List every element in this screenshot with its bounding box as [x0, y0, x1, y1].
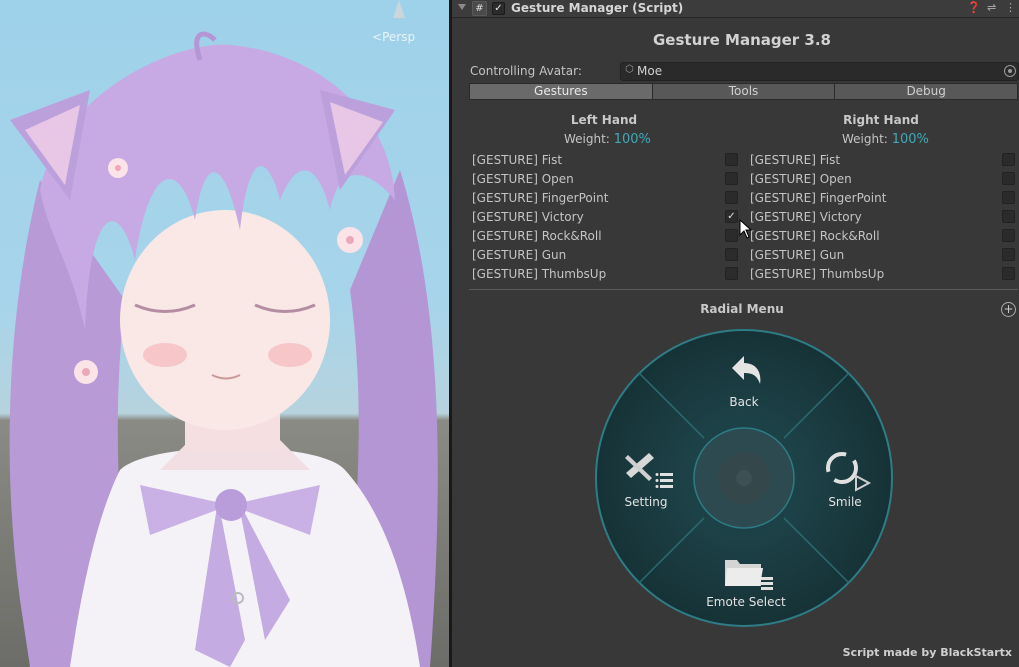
object-picker-icon[interactable]	[1004, 65, 1016, 77]
script-icon: #	[472, 1, 487, 16]
right-hand-title: Right Hand	[843, 113, 919, 127]
radial-label-setting: Setting	[625, 495, 668, 509]
avatar-value: Moe	[637, 64, 663, 78]
left-gesture-checkbox[interactable]: ✓	[725, 210, 738, 223]
perspective-label: Persp	[382, 30, 416, 44]
foldout-arrow-icon[interactable]	[458, 4, 466, 10]
radial-label-emote-select: Emote Select	[706, 595, 786, 609]
right-gesture-checkbox[interactable]	[1002, 229, 1015, 242]
section-divider	[469, 289, 1018, 290]
tab-debug[interactable]: Debug	[834, 83, 1019, 100]
left-gesture-label: [GESTURE] ThumbsUp	[472, 267, 607, 281]
radial-menu: Back Setting Smile Emote Select	[595, 329, 893, 627]
preset-icon[interactable]: ⇌	[987, 1, 996, 14]
left-gesture-checkbox[interactable]	[725, 172, 738, 185]
left-gesture-label: [GESTURE] Gun	[472, 248, 567, 262]
radial-menu-title: Radial Menu	[700, 302, 784, 316]
right-gesture-checkbox[interactable]	[1002, 248, 1015, 261]
component-enabled-checkbox[interactable]: ✓	[492, 2, 505, 15]
right-gesture-label: [GESTURE] Open	[750, 172, 852, 186]
add-icon[interactable]: +	[1001, 302, 1016, 317]
scene-viewport[interactable]: <Persp	[0, 0, 449, 667]
left-hand-title: Left Hand	[570, 113, 638, 127]
left-gesture-label: [GESTURE] Fist	[472, 153, 563, 167]
right-gesture-checkbox[interactable]	[1002, 210, 1015, 223]
left-weight-value[interactable]: 100%	[614, 132, 651, 147]
radial-label-smile: Smile	[828, 495, 861, 509]
right-gesture-label: [GESTURE] FingerPoint	[750, 191, 887, 205]
right-gesture-label: [GESTURE] Victory	[750, 210, 862, 224]
inspector-panel: # ✓ Gesture Manager (Script) ❓ ⇌ ⋮ Gestu…	[452, 0, 1019, 667]
avatar-render	[9, 31, 438, 667]
right-gesture-checkbox[interactable]	[1002, 153, 1015, 166]
tab-tools[interactable]: Tools	[651, 83, 835, 100]
left-gesture-label: [GESTURE] FingerPoint	[472, 191, 609, 205]
left-gesture-checkbox[interactable]	[725, 153, 738, 166]
manager-title: Gesture Manager 3.8	[652, 31, 831, 49]
help-icon[interactable]: ❓	[967, 1, 981, 14]
left-gesture-label: [GESTURE] Victory	[472, 210, 584, 224]
right-gesture-checkbox[interactable]	[1002, 172, 1015, 185]
right-gesture-checkbox[interactable]	[1002, 191, 1015, 204]
avatar-field[interactable]: ⬡ Moe	[620, 62, 1019, 81]
left-weight-label: Weight:	[564, 132, 610, 146]
left-gesture-label: [GESTURE] Open	[472, 172, 574, 186]
manager-tabs: Gestures Tools Debug	[469, 83, 1019, 100]
radial-label-back: Back	[729, 395, 758, 409]
right-gesture-label: [GESTURE] Rock&Roll	[750, 229, 880, 243]
left-weight: Weight: 100%	[564, 132, 651, 147]
right-weight-value[interactable]: 100%	[892, 132, 929, 147]
perspective-toggle[interactable]: <Persp	[372, 30, 415, 44]
left-gesture-label: [GESTURE] Rock&Roll	[472, 229, 602, 243]
right-gesture-label: [GESTURE] Gun	[750, 248, 845, 262]
left-gesture-checkbox[interactable]	[725, 191, 738, 204]
right-gesture-label: [GESTURE] ThumbsUp	[750, 267, 885, 281]
right-gesture-checkbox[interactable]	[1002, 267, 1015, 280]
left-gesture-checkbox[interactable]	[725, 229, 738, 242]
component-header[interactable]: # ✓ Gesture Manager (Script) ❓ ⇌ ⋮	[452, 0, 1019, 18]
tab-gestures[interactable]: Gestures	[469, 83, 652, 100]
radial-center-dot	[736, 470, 752, 486]
credit-text: Script made by BlackStartx	[842, 646, 1012, 659]
left-gesture-checkbox[interactable]	[725, 267, 738, 280]
right-gesture-label: [GESTURE] Fist	[750, 153, 841, 167]
left-gesture-checkbox[interactable]	[725, 248, 738, 261]
right-weight-label: Weight:	[842, 132, 888, 146]
cube-icon: ⬡	[625, 64, 634, 75]
more-options-icon[interactable]: ⋮	[1005, 1, 1016, 14]
component-title: Gesture Manager (Script)	[511, 1, 684, 15]
mouse-cursor-icon	[739, 219, 753, 239]
avatar-label: Controlling Avatar:	[470, 64, 582, 78]
right-weight: Weight: 100%	[842, 132, 929, 147]
